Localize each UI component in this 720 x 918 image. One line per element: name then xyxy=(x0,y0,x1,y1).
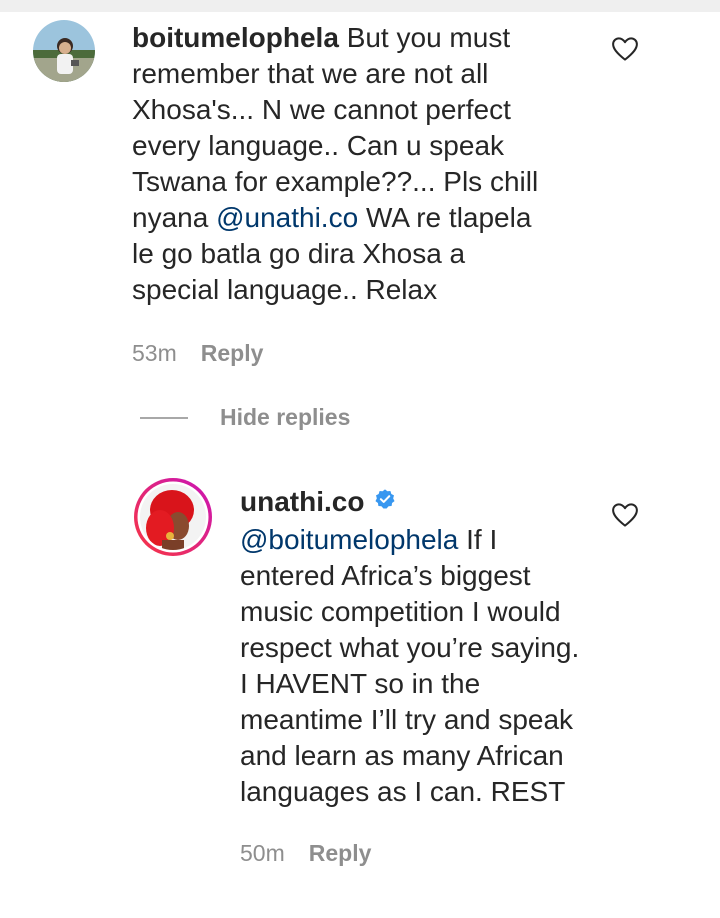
reply-meta: 50m Reply xyxy=(240,840,371,867)
reply-mention-link[interactable]: @boitumelophela xyxy=(240,524,458,555)
user-avatar-photo xyxy=(33,20,95,82)
comment-body: boitumelophela But you must remember tha… xyxy=(132,20,542,308)
reply-timestamp: 50m xyxy=(240,840,285,866)
like-heart-icon[interactable] xyxy=(610,500,640,530)
hide-replies-button[interactable]: Hide replies xyxy=(140,404,350,431)
reply-username[interactable]: unathi.co xyxy=(240,486,364,517)
comment-username[interactable]: boitumelophela xyxy=(132,22,339,53)
avatar[interactable] xyxy=(33,20,95,82)
story-ring-avatar[interactable] xyxy=(132,476,214,558)
top-divider-bar xyxy=(0,0,720,12)
reply-button[interactable]: Reply xyxy=(201,340,264,367)
like-heart-icon[interactable] xyxy=(610,34,640,64)
thread-line-divider xyxy=(140,416,188,419)
hide-replies-label: Hide replies xyxy=(220,404,351,430)
comment-timestamp: 53m xyxy=(132,340,177,366)
reply-text: If I entered Africa’s biggest music comp… xyxy=(240,523,580,807)
reply-body: unathi.co @boitumelophela If I entered A… xyxy=(240,484,585,810)
comment-mention-link[interactable]: @unathi.co xyxy=(216,202,358,233)
comment-meta: 53m Reply xyxy=(132,340,263,367)
verified-badge-icon xyxy=(374,483,396,519)
reply-button[interactable]: Reply xyxy=(309,840,372,867)
story-avatar-photo xyxy=(134,478,212,556)
